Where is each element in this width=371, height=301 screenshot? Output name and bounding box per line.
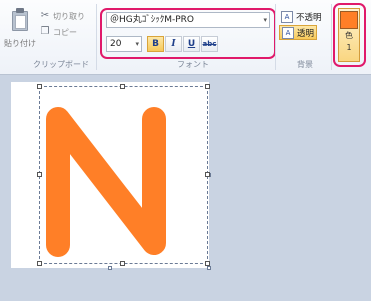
selection-handle[interactable]	[205, 172, 210, 177]
scissors-icon: ✂	[40, 10, 50, 21]
selection-handle[interactable]	[205, 261, 210, 266]
opaque-label: 不透明	[296, 12, 322, 23]
selection-handle[interactable]	[37, 172, 42, 177]
canvas-text: N	[46, 107, 166, 257]
separator	[275, 4, 276, 70]
font-highlight-frame	[100, 8, 276, 59]
opaque-option[interactable]: A 不透明	[279, 9, 324, 24]
font-group-label: フォント	[177, 60, 209, 69]
selection-handle[interactable]	[37, 84, 42, 89]
opaque-icon: A	[281, 10, 293, 23]
color-highlight-frame	[333, 3, 366, 67]
clipboard-group-label: クリップボード	[33, 60, 89, 69]
canvas-resize-handle[interactable]	[207, 266, 211, 270]
paste-button[interactable]: 貼り付け	[4, 4, 36, 56]
ribbon: 貼り付け ✂ 切り取り ❐ コピー クリップボード ＠HG丸ｺﾞｼｯｸM-PRO…	[0, 0, 371, 75]
canvas-resize-handle[interactable]	[108, 266, 112, 270]
separator	[96, 4, 97, 70]
paste-label: 貼り付け	[4, 39, 36, 48]
transparent-label: 透明	[297, 28, 315, 39]
background-group-label: 背景	[297, 60, 313, 69]
separator	[331, 4, 332, 70]
copy-icon: ❐	[40, 26, 50, 37]
selection-handle[interactable]	[120, 84, 125, 89]
cut-button[interactable]: ✂ 切り取り	[39, 9, 85, 23]
transparent-icon: A	[282, 26, 294, 39]
clipboard-icon	[10, 8, 30, 32]
copy-label: コピー	[53, 27, 77, 37]
selection-handle[interactable]	[205, 84, 210, 89]
cut-label: 切り取り	[53, 11, 85, 21]
transparent-option[interactable]: A 透明	[279, 25, 318, 40]
selection-handle[interactable]	[37, 261, 42, 266]
copy-button[interactable]: ❐ コピー	[39, 25, 77, 39]
selection-handle[interactable]	[120, 261, 125, 266]
